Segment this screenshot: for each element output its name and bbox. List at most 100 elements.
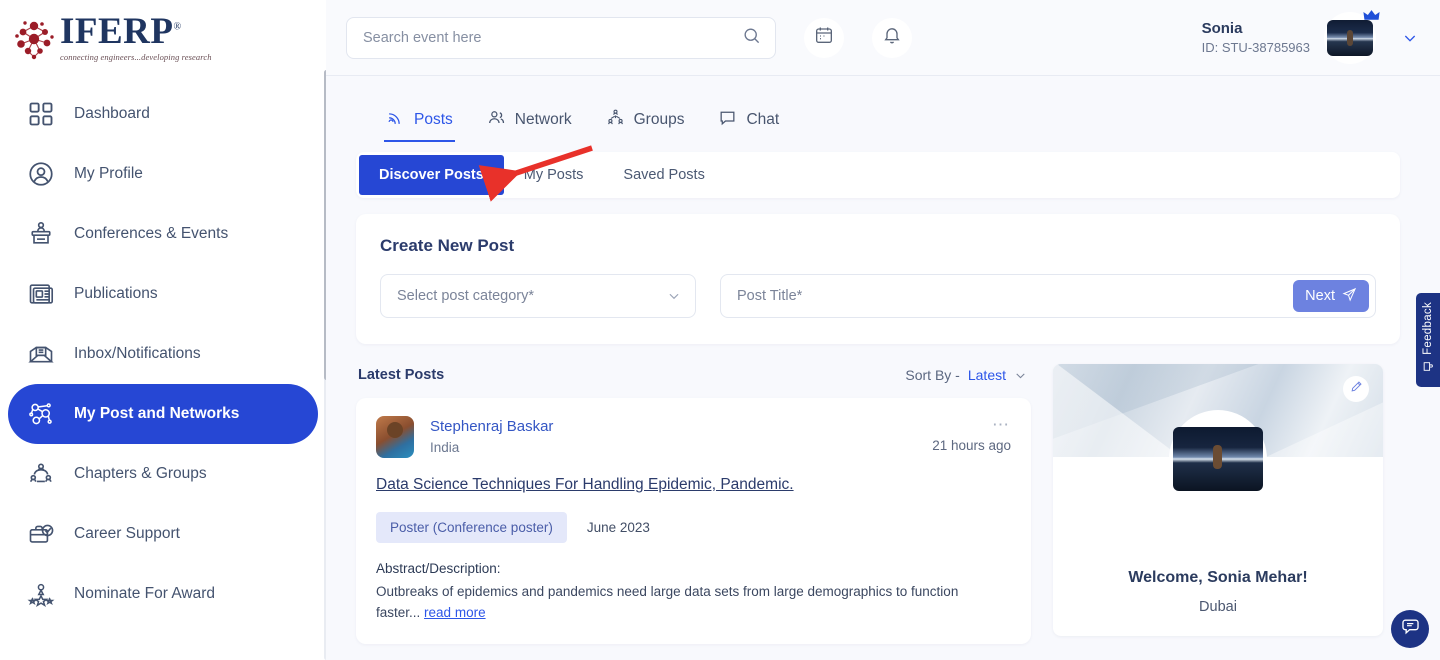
tab-label: Network	[515, 111, 572, 129]
sidebar-item-label: Conferences & Events	[74, 225, 228, 243]
post-category-placeholder: Select post category*	[397, 288, 534, 304]
people-icon	[487, 108, 506, 132]
user-name: Sonia	[1202, 19, 1310, 39]
post-header: Stephenraj Baskar India ⋯ 21 hours ago	[376, 416, 1011, 458]
post-category-select[interactable]: Select post category*	[380, 274, 696, 318]
search-box[interactable]	[346, 17, 776, 59]
subtab-label: Discover Posts	[379, 167, 484, 183]
tab-network[interactable]: Network	[487, 98, 572, 142]
send-icon	[1342, 287, 1357, 306]
calendar-button[interactable]	[804, 18, 844, 58]
avatar[interactable]	[1324, 12, 1376, 64]
chat-support-icon	[1401, 617, 1420, 641]
post-type-badge: Poster (Conference poster)	[376, 512, 567, 543]
create-post-card: Create New Post Select post category* Ne…	[356, 214, 1400, 344]
registered-mark: ®	[174, 22, 182, 33]
tab-chat[interactable]: Chat	[718, 98, 779, 142]
sidebar-item-label: My Post and Networks	[74, 405, 239, 423]
groups-icon	[606, 108, 625, 132]
post-author-name[interactable]: Stephenraj Baskar	[430, 416, 553, 438]
edit-profile-button[interactable]	[1343, 376, 1369, 402]
sort-by-dropdown[interactable]: Sort By - Latest	[905, 367, 1027, 383]
sort-by-label: Sort By -	[905, 367, 959, 383]
profile-card: Welcome, Sonia Mehar! Dubai	[1053, 364, 1383, 636]
content-region: Posts Network Groups	[326, 76, 1440, 660]
sidebar-item-dashboard[interactable]: Dashboard	[8, 84, 318, 144]
read-more-link[interactable]: read more	[424, 605, 486, 620]
next-button[interactable]: Next	[1293, 280, 1369, 312]
tab-label: Posts	[414, 111, 453, 129]
post-timestamp: 21 hours ago	[932, 438, 1011, 453]
chevron-down-icon[interactable]	[1402, 30, 1418, 46]
sidebar-item-label: Career Support	[74, 525, 180, 543]
more-options-icon[interactable]: ⋯	[932, 416, 1011, 430]
feedback-tab[interactable]: Feedback	[1416, 293, 1440, 387]
welcome-message: Welcome, Sonia Mehar!	[1053, 569, 1383, 587]
sidebar: IFERP® connecting engineers...developing…	[0, 0, 326, 660]
pencil-icon	[1350, 380, 1363, 398]
newspaper-icon	[26, 279, 56, 309]
post-header-right: ⋯ 21 hours ago	[932, 416, 1011, 453]
notifications-button[interactable]	[872, 18, 912, 58]
profile-picture	[1169, 410, 1267, 508]
tab-groups[interactable]: Groups	[606, 98, 685, 142]
people-network-icon	[26, 459, 56, 489]
crown-icon	[1363, 9, 1380, 22]
post-author-avatar[interactable]	[376, 416, 414, 458]
subtab-label: Saved Posts	[623, 167, 704, 183]
calendar-icon	[814, 25, 834, 50]
network-icon	[26, 399, 56, 429]
avatar-image	[1327, 20, 1373, 56]
podium-icon	[26, 219, 56, 249]
tab-label: Groups	[634, 111, 685, 129]
sidebar-item-publications[interactable]: Publications	[8, 264, 318, 324]
user-menu[interactable]: Sonia ID: STU-38785963	[1202, 12, 1418, 64]
subtab-my-posts[interactable]: My Posts	[504, 155, 604, 195]
sidebar-item-label: Inbox/Notifications	[74, 345, 201, 363]
chat-support-button[interactable]	[1391, 610, 1429, 648]
profile-picture-image	[1173, 427, 1263, 491]
search-icon[interactable]	[742, 26, 761, 50]
briefcase-icon	[26, 519, 56, 549]
post-title[interactable]: Data Science Techniques For Handling Epi…	[376, 476, 1011, 494]
brand-logo[interactable]: IFERP® connecting engineers...developing…	[0, 0, 326, 76]
chevron-down-icon	[1014, 369, 1027, 382]
sidebar-item-label: Nominate For Award	[74, 585, 215, 603]
abstract-label: Abstract/Description:	[376, 561, 1011, 576]
sub-tabs: Discover Posts My Posts Saved Posts	[356, 152, 1400, 198]
latest-posts-heading: Latest Posts	[358, 367, 444, 383]
post-author-block: Stephenraj Baskar India	[430, 416, 553, 457]
chat-bubble-icon	[718, 108, 737, 132]
abstract-text: Outbreaks of epidemics and pandemics nee…	[376, 582, 996, 624]
sort-by-value: Latest	[968, 367, 1006, 383]
user-meta: Sonia ID: STU-38785963	[1202, 19, 1310, 57]
sidebar-item-label: My Profile	[74, 165, 143, 183]
sidebar-item-label: Chapters & Groups	[74, 465, 207, 483]
iferp-logo-icon	[12, 17, 58, 63]
sidebar-item-my-profile[interactable]: My Profile	[8, 144, 318, 204]
post-title-field[interactable]: Next	[720, 274, 1376, 318]
envelope-icon	[26, 339, 56, 369]
profile-column: Welcome, Sonia Mehar! Dubai	[1053, 364, 1383, 644]
tab-posts[interactable]: Posts	[386, 98, 453, 142]
post-title-input[interactable]	[737, 288, 1293, 304]
award-icon	[26, 579, 56, 609]
sidebar-item-my-post-and-networks[interactable]: My Post and Networks	[8, 384, 318, 444]
top-header: Sonia ID: STU-38785963	[326, 0, 1440, 76]
sidebar-item-career-support[interactable]: Career Support	[8, 504, 318, 564]
sidebar-item-label: Dashboard	[74, 105, 150, 123]
subtab-saved-posts[interactable]: Saved Posts	[603, 155, 724, 195]
sidebar-item-conferences-events[interactable]: Conferences & Events	[8, 204, 318, 264]
post-author-country: India	[430, 438, 553, 458]
tab-label: Chat	[746, 111, 779, 129]
sidebar-item-inbox-notifications[interactable]: Inbox/Notifications	[8, 324, 318, 384]
subtab-discover-posts[interactable]: Discover Posts	[359, 155, 504, 195]
profile-location: Dubai	[1053, 599, 1383, 615]
bell-icon	[882, 25, 902, 50]
post-meta-row: Poster (Conference poster) June 2023	[376, 512, 1011, 543]
search-input[interactable]	[363, 30, 742, 46]
grid-icon	[26, 99, 56, 129]
sidebar-item-nominate-for-award[interactable]: Nominate For Award	[8, 564, 318, 624]
sidebar-item-chapters-groups[interactable]: Chapters & Groups	[8, 444, 318, 504]
post-card: Stephenraj Baskar India ⋯ 21 hours ago D…	[356, 398, 1031, 644]
